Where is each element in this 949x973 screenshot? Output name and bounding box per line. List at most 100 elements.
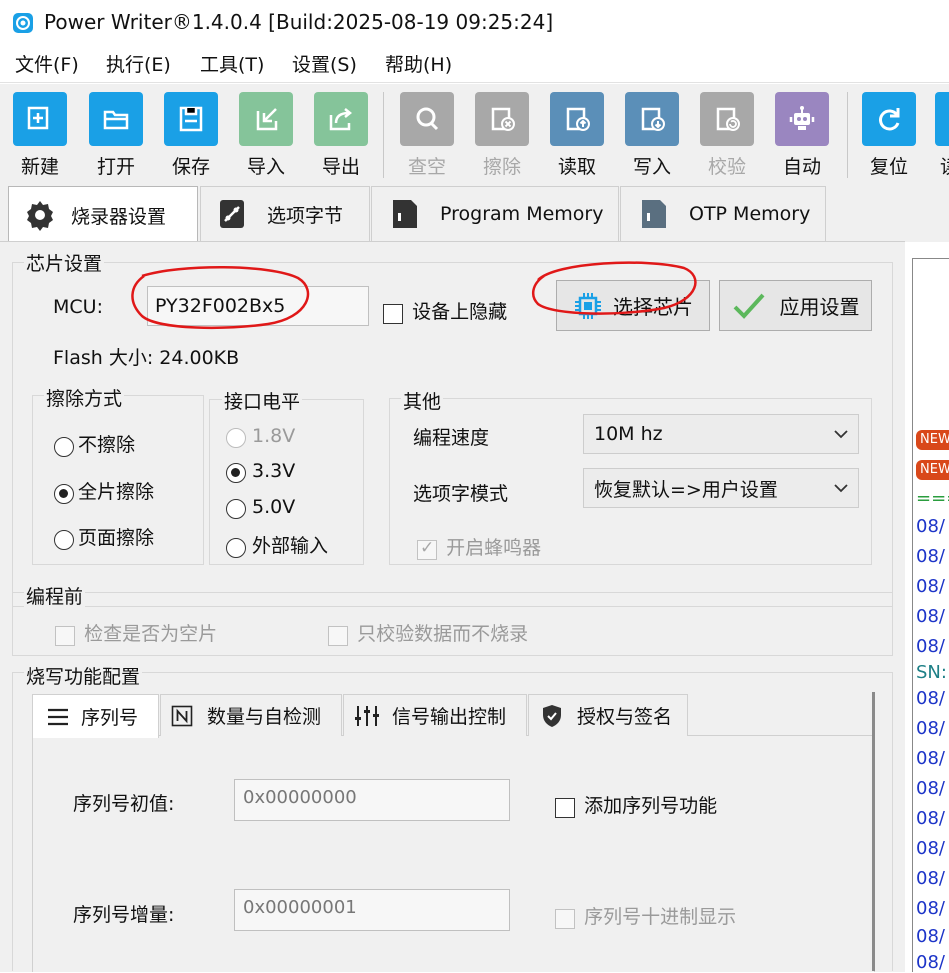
log-line: 08/ — [916, 546, 945, 567]
folder-icon — [89, 92, 143, 146]
apply-settings-button[interactable]: 应用设置 — [719, 280, 872, 331]
search-icon — [400, 92, 454, 146]
pre-program-label: 编程前 — [24, 582, 86, 609]
check-blank-button[interactable]: 查空 — [395, 92, 459, 179]
chevron-down-icon — [834, 430, 848, 439]
radio-full-erase[interactable]: 全片擦除 — [54, 477, 154, 504]
serial-tab-content — [32, 735, 875, 972]
checkbox-box — [417, 538, 437, 560]
list-icon — [48, 708, 68, 725]
save-button[interactable]: 保存 — [159, 92, 223, 179]
add-serial-checkbox[interactable]: 添加序列号功能 — [555, 791, 717, 818]
log-line: 08/ — [916, 516, 945, 537]
radio-circle — [54, 436, 74, 457]
ob-mode-select[interactable]: 恢复默认=>用户设置 — [583, 468, 859, 508]
red-annotation-select-chip — [531, 261, 697, 315]
check-blank-checkbox[interactable]: 检查是否为空片 — [55, 619, 217, 646]
speed-label: 编程速度 — [413, 427, 490, 449]
toolbar-overflow-icon[interactable] — [935, 92, 949, 146]
log-line: 08/ — [916, 926, 945, 947]
import-button[interactable]: 导入 — [234, 92, 298, 179]
erase-mode-label: 擦除方式 — [44, 384, 125, 411]
radio-page-erase[interactable]: 页面擦除 — [54, 523, 154, 550]
gear-icon — [27, 201, 53, 231]
log-line: 08/ — [916, 808, 945, 829]
robot-icon — [775, 92, 829, 146]
tab-label: 选项字节 — [267, 204, 344, 227]
radio-1v8[interactable]: 1.8V — [226, 425, 295, 448]
reset-button[interactable]: 复位 — [857, 92, 921, 179]
checkbox-box — [555, 797, 575, 818]
open-button[interactable]: 打开 — [84, 92, 148, 179]
hide-on-device-checkbox[interactable]: 设备上隐藏 — [383, 297, 507, 324]
tab-program-memory[interactable]: Program Memory — [371, 186, 619, 241]
radio-circle — [226, 427, 246, 448]
tab-content-scroll-edge — [872, 692, 875, 971]
serial-inc-label: 序列号增量: — [73, 904, 175, 926]
write-chip-icon — [625, 92, 679, 146]
menu-file[interactable]: 文件(F) — [15, 50, 79, 77]
new-icon — [13, 92, 67, 146]
tab-programmer-settings[interactable]: 烧录器设置 — [8, 186, 198, 243]
radio-3v3[interactable]: 3.3V — [226, 460, 295, 483]
subtab-count-selftest[interactable]: 数量与自检测 — [160, 694, 342, 736]
burn-config-label: 烧写功能配置 — [24, 662, 143, 689]
serial-init-label: 序列号初值: — [73, 793, 175, 815]
export-button[interactable]: 导出 — [309, 92, 373, 179]
serial-inc-field[interactable]: 0x00000001 — [234, 889, 510, 931]
read-button[interactable]: 读取 — [545, 92, 609, 179]
radio-circle — [226, 537, 246, 558]
flash-size-text: Flash 大小: 24.00KB — [53, 347, 240, 369]
tab-label: OTP Memory — [689, 203, 811, 225]
verify-button[interactable]: 校验 — [695, 92, 759, 179]
subtab-serial[interactable]: 序列号 — [32, 694, 159, 738]
app-logo-icon — [13, 13, 33, 33]
checkbox-box — [555, 908, 575, 929]
log-line: 08/ — [916, 778, 945, 799]
radio-circle — [54, 529, 74, 550]
mcu-label: MCU: — [53, 296, 103, 318]
other-label: 其他 — [401, 387, 444, 414]
checkbox-box — [55, 625, 75, 646]
write-button[interactable]: 写入 — [620, 92, 684, 179]
ob-mode-label: 选项字模式 — [413, 483, 509, 505]
new-badge: NEW — [916, 430, 949, 450]
menu-tools[interactable]: 工具(T) — [200, 50, 264, 77]
auto-button[interactable]: 自动 — [770, 92, 834, 179]
checkbox-box — [383, 303, 403, 324]
verify-only-checkbox[interactable]: 只校验数据而不烧录 — [328, 619, 528, 646]
option-bytes-icon — [220, 200, 244, 228]
log-line: 08/ — [916, 838, 945, 859]
sliders-icon — [355, 705, 379, 726]
menu-execute[interactable]: 执行(E) — [106, 50, 171, 77]
log-line: 08/ — [916, 688, 945, 709]
menu-settings[interactable]: 设置(S) — [292, 50, 357, 77]
radio-circle — [226, 498, 246, 519]
radio-no-erase[interactable]: 不擦除 — [54, 430, 135, 457]
decimal-display-checkbox[interactable]: 序列号十进制显示 — [555, 902, 736, 929]
toolbar-separator — [847, 92, 848, 178]
tab-option-bytes[interactable]: 选项字节 — [200, 186, 370, 241]
log-line: 08/ — [916, 606, 945, 627]
tab-otp-memory[interactable]: OTP Memory — [620, 186, 826, 241]
chevron-down-icon — [834, 484, 848, 493]
new-badge: NEW — [916, 460, 949, 480]
radio-circle — [226, 462, 246, 483]
log-line: 08/ — [916, 718, 945, 739]
radio-5v0[interactable]: 5.0V — [226, 496, 295, 519]
tab-label: Program Memory — [440, 203, 604, 225]
subtab-auth-sign[interactable]: 授权与签名 — [528, 694, 688, 736]
erase-button[interactable]: 擦除 — [470, 92, 534, 179]
speed-select[interactable]: 10M hz — [583, 414, 859, 454]
new-button[interactable]: 新建 — [8, 92, 72, 179]
log-line: 08/ — [916, 636, 945, 657]
buzzer-checkbox[interactable]: 开启蜂鸣器 — [417, 533, 541, 560]
log-separator: === — [916, 488, 949, 509]
shield-icon — [543, 704, 561, 727]
radio-external[interactable]: 外部输入 — [226, 531, 328, 558]
menu-help[interactable]: 帮助(H) — [385, 50, 452, 77]
subtab-signal-output[interactable]: 信号输出控制 — [343, 694, 527, 736]
chip-settings-label: 芯片设置 — [24, 249, 105, 276]
radio-circle — [54, 483, 74, 504]
serial-init-field[interactable]: 0x00000000 — [234, 779, 510, 821]
